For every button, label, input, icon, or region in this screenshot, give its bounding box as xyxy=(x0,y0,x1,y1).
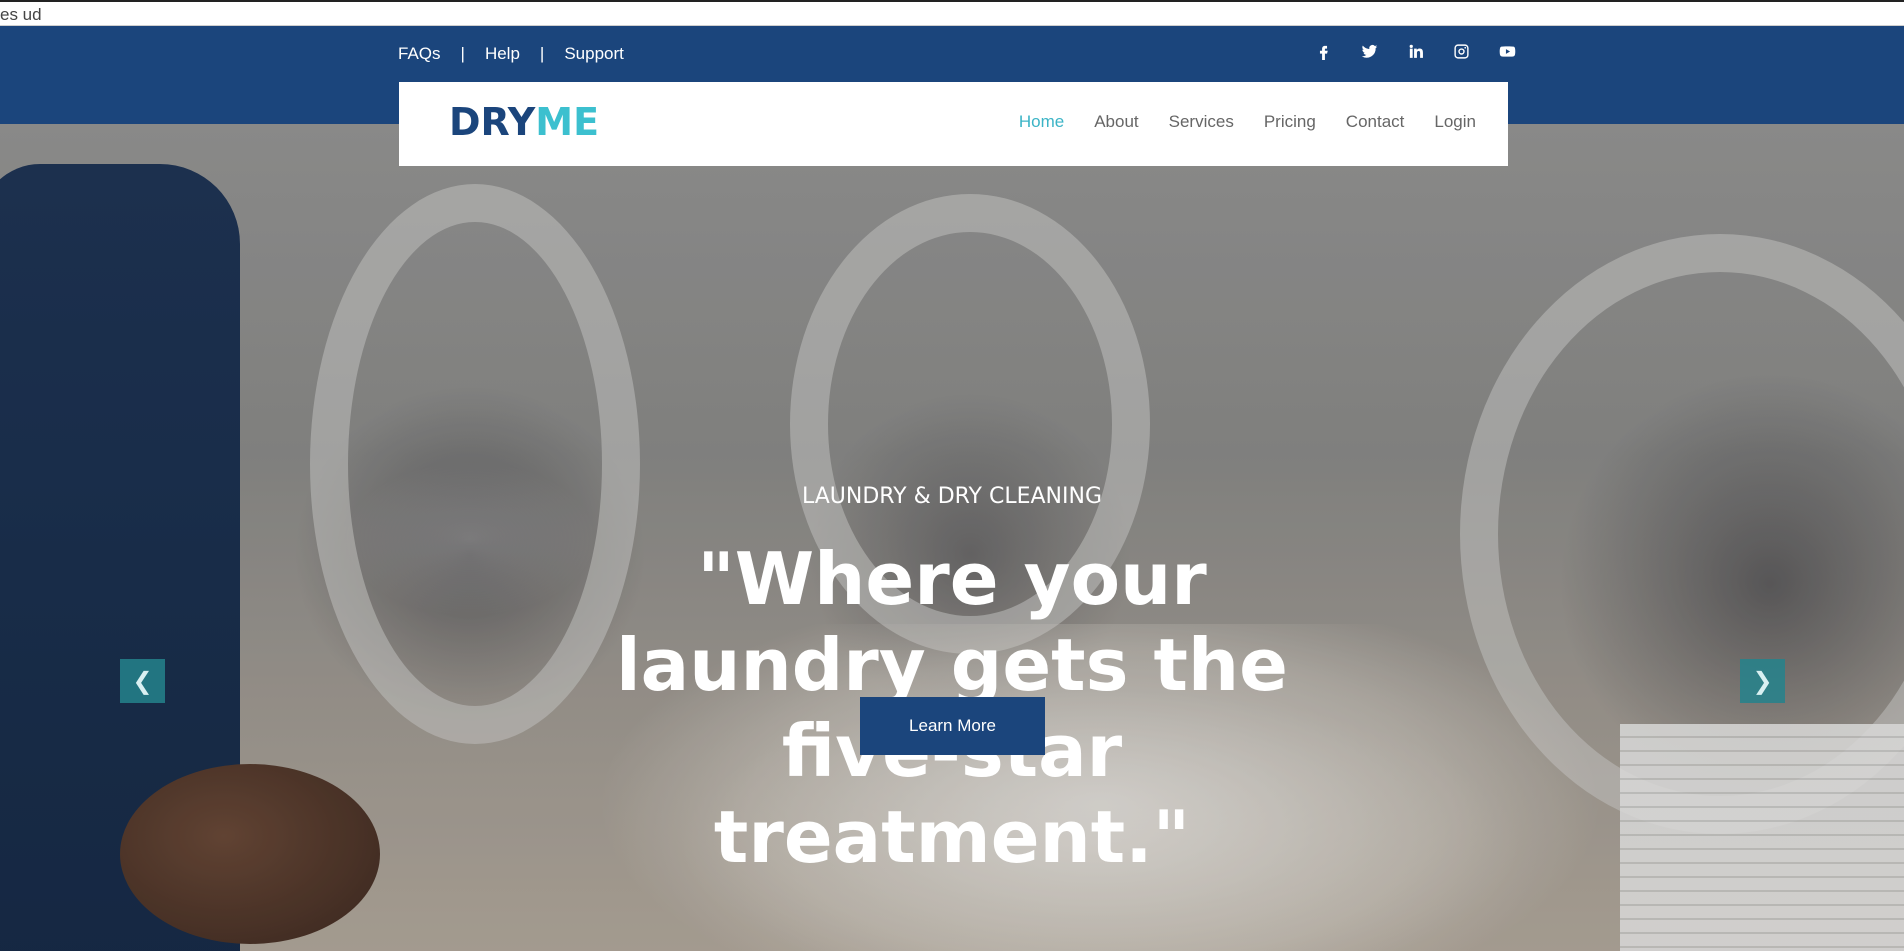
separator: | xyxy=(460,44,465,63)
chevron-right-icon: ❯ xyxy=(1752,667,1773,695)
instagram-icon[interactable] xyxy=(1438,40,1484,62)
youtube-icon[interactable] xyxy=(1484,40,1530,62)
carousel-next-button[interactable]: ❯ xyxy=(1740,659,1785,703)
stray-text: es ud xyxy=(0,5,42,24)
twitter-icon[interactable] xyxy=(1346,40,1392,62)
hero-kicker: LAUNDRY & DRY CLEANING xyxy=(801,484,1103,509)
social-links xyxy=(1300,40,1530,62)
help-link[interactable]: Help xyxy=(485,44,520,64)
learn-more-button[interactable]: Learn More xyxy=(860,697,1045,755)
facebook-icon[interactable] xyxy=(1300,40,1346,62)
chevron-left-icon: ❮ xyxy=(132,667,153,695)
hero-content: LAUNDRY & DRY CLEANING "Where your laund… xyxy=(0,124,1904,951)
faqs-link[interactable]: FAQs xyxy=(398,44,441,64)
top-links: FAQs | Help | Support xyxy=(398,44,624,64)
browser-strip: es ud xyxy=(0,0,1904,26)
support-link[interactable]: Support xyxy=(564,44,624,64)
linkedin-icon[interactable] xyxy=(1392,40,1438,62)
carousel-prev-button[interactable]: ❮ xyxy=(120,659,165,703)
separator: | xyxy=(539,44,545,63)
